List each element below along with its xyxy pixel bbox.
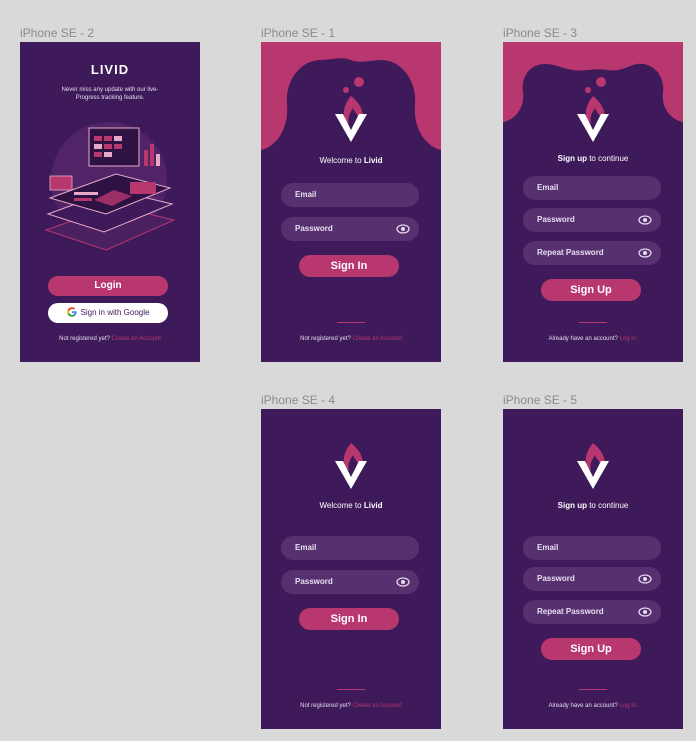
password-placeholder: Password	[295, 577, 333, 586]
password-field[interactable]: Password	[523, 567, 661, 591]
footer: Not registered yet? Create an Account	[261, 336, 441, 342]
brand-logo: LIVID	[90, 62, 130, 77]
divider	[579, 689, 607, 690]
frame-label-landing: iPhone SE - 2	[20, 26, 95, 40]
eye-icon[interactable]	[396, 576, 410, 588]
welcome-heading: Welcome to Livid	[319, 156, 383, 165]
frame-label-signup-5: iPhone SE - 5	[503, 393, 578, 407]
password-field[interactable]: Password	[281, 570, 419, 594]
frame-landing: LIVID Never miss any update with our liv…	[20, 42, 200, 362]
frame-signup-3: Sign up to continue Email Password Repea…	[503, 42, 683, 362]
livid-logo-icon	[335, 77, 367, 142]
frame-label-signin-4: iPhone SE - 4	[261, 393, 336, 407]
sign-in-button[interactable]: Sign In	[299, 255, 399, 277]
frame-label-signup-3: iPhone SE - 3	[503, 26, 578, 40]
footer-text: Not registered yet?	[300, 336, 351, 342]
livid-logo-icon	[577, 77, 609, 142]
footer-text: Already have an account?	[548, 703, 618, 709]
frame-signup-5: Sign up to continue Email Password Repea…	[503, 409, 683, 729]
eye-icon[interactable]	[638, 214, 652, 226]
password-field[interactable]: Password	[523, 208, 661, 232]
isometric-dashboard-illustration	[44, 122, 176, 251]
google-icon	[66, 307, 77, 317]
password-placeholder: Password	[295, 224, 333, 233]
email-field[interactable]: Email	[281, 536, 419, 560]
footer: Not registered yet? Create an Account	[261, 703, 441, 709]
repeat-password-field[interactable]: Repeat Password	[523, 600, 661, 624]
password-field[interactable]: Password	[281, 217, 419, 241]
footer: Already have an account? Log in.	[503, 703, 683, 709]
frame-label-signin-1: iPhone SE - 1	[261, 26, 336, 40]
eye-icon[interactable]	[638, 247, 652, 259]
signup-heading: Sign up to continue	[557, 154, 629, 163]
password-placeholder: Password	[537, 215, 575, 224]
google-signin-button[interactable]: Sign in with Google	[48, 303, 168, 323]
welcome-heading: Welcome to Livid	[319, 501, 383, 510]
livid-logo-icon	[577, 443, 609, 489]
eye-icon[interactable]	[396, 223, 410, 235]
sign-up-button[interactable]: Sign Up	[541, 279, 641, 301]
frame-signin-4: Welcome to Livid Email Password Sign In …	[261, 409, 441, 729]
footer: Already have an account? Log in.	[503, 336, 683, 342]
divider	[579, 322, 607, 323]
email-field[interactable]: Email	[281, 183, 419, 207]
repeat-password-placeholder: Repeat Password	[537, 607, 604, 616]
frame-signin-1: Welcome to Livid Email Password Sign In …	[261, 42, 441, 362]
livid-logo-icon	[335, 443, 367, 489]
create-account-link[interactable]: Create an Account	[353, 703, 402, 709]
email-field[interactable]: Email	[523, 536, 661, 560]
eye-icon[interactable]	[638, 606, 652, 618]
create-account-link[interactable]: Create an Account	[353, 336, 402, 342]
repeat-password-field[interactable]: Repeat Password	[523, 241, 661, 265]
login-link[interactable]: Log in.	[620, 336, 638, 342]
footer: Not registered yet? Create an Account	[20, 336, 200, 342]
sign-in-button[interactable]: Sign In	[299, 608, 399, 630]
repeat-password-placeholder: Repeat Password	[537, 248, 604, 257]
sign-up-button[interactable]: Sign Up	[541, 638, 641, 660]
login-link[interactable]: Log in.	[620, 703, 638, 709]
divider	[337, 689, 365, 690]
google-button-label: Sign in with Google	[80, 308, 150, 317]
create-account-link[interactable]: Create an Account	[112, 336, 161, 342]
divider	[337, 322, 365, 323]
email-field[interactable]: Email	[523, 176, 661, 200]
password-placeholder: Password	[537, 574, 575, 583]
login-button[interactable]: Login	[48, 276, 168, 296]
tagline: Never miss any update with our live-Prog…	[61, 87, 159, 101]
footer-text: Not registered yet?	[59, 336, 110, 342]
footer-text: Not registered yet?	[300, 703, 351, 709]
eye-icon[interactable]	[638, 573, 652, 585]
footer-text: Already have an account?	[548, 336, 618, 342]
signup-heading: Sign up to continue	[557, 501, 629, 510]
